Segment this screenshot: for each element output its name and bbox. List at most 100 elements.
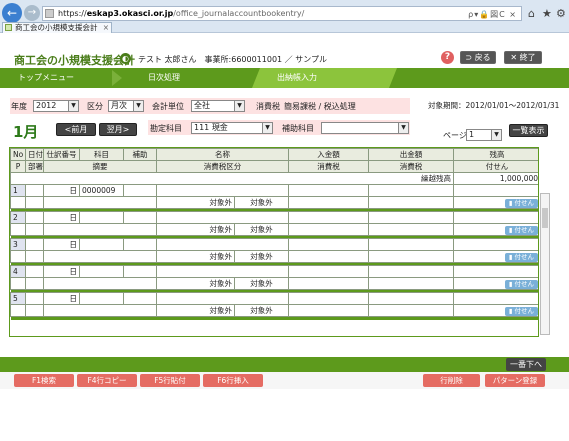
- note-tag-button[interactable]: ▮ 付せん: [504, 198, 538, 208]
- dept-cell[interactable]: [25, 277, 44, 290]
- help-button[interactable]: ?: [441, 51, 454, 64]
- date-month-cell[interactable]: [25, 211, 44, 224]
- page-select[interactable]: 1 ▼: [466, 129, 502, 141]
- tax-out-cell[interactable]: [368, 277, 455, 290]
- account-select[interactable]: 111 現金 ▼: [191, 122, 273, 134]
- name-cell[interactable]: [155, 265, 290, 278]
- deposit-cell[interactable]: [288, 292, 370, 305]
- tax-in-cell[interactable]: [288, 304, 370, 317]
- journal-no-cell[interactable]: [79, 292, 124, 305]
- deposit-cell[interactable]: [288, 211, 370, 224]
- f1-search-button[interactable]: F1検索: [14, 374, 74, 387]
- journal-no-cell[interactable]: [79, 238, 124, 251]
- account-cell[interactable]: [123, 292, 157, 305]
- note-tag-button[interactable]: ▮ 付せん: [504, 252, 538, 262]
- withdraw-cell[interactable]: [368, 292, 455, 305]
- browser-forward-button[interactable]: →: [24, 5, 40, 21]
- account-cell[interactable]: [123, 238, 157, 251]
- entry-row-sub[interactable]: 対象外 対象外 ▮ 付せん: [10, 250, 538, 263]
- entry-row[interactable]: 4日: [10, 265, 538, 278]
- grid-scrollbar[interactable]: [540, 193, 550, 335]
- note-tag-button[interactable]: ▮ 付せん: [504, 225, 538, 235]
- tax-class-out-cell[interactable]: 対象外: [233, 250, 290, 263]
- f4-copy-button[interactable]: F4行コピー: [77, 374, 137, 387]
- dept-cell[interactable]: [25, 250, 44, 263]
- tax-in-cell[interactable]: [288, 250, 370, 263]
- nav-daily[interactable]: 日次処理: [148, 68, 180, 88]
- tax-class-in-cell[interactable]: 対象外: [156, 277, 235, 290]
- withdraw-cell[interactable]: [368, 184, 455, 197]
- tax-in-cell[interactable]: [288, 223, 370, 236]
- tax-class-out-cell[interactable]: 対象外: [233, 196, 290, 209]
- summary-cell[interactable]: [43, 277, 157, 290]
- journal-no-cell[interactable]: [79, 265, 124, 278]
- deposit-cell[interactable]: [288, 238, 370, 251]
- list-view-button[interactable]: 一覧表示: [509, 124, 548, 137]
- scroll-thumb[interactable]: [542, 208, 548, 228]
- tax-class-out-cell[interactable]: 対象外: [233, 277, 290, 290]
- journal-no-cell[interactable]: 0000009: [79, 184, 124, 197]
- dept-cell[interactable]: [25, 196, 44, 209]
- tax-class-in-cell[interactable]: 対象外: [156, 196, 235, 209]
- date-month-cell[interactable]: [25, 265, 44, 278]
- date-day-cell[interactable]: 日: [43, 211, 80, 224]
- withdraw-cell[interactable]: [368, 265, 455, 278]
- year-select[interactable]: 2012 ▼: [33, 100, 79, 112]
- scroll-bottom-button[interactable]: 一番下へ: [506, 358, 546, 371]
- date-month-cell[interactable]: [25, 292, 44, 305]
- name-cell[interactable]: [155, 238, 290, 251]
- gear-icon[interactable]: ⚙: [556, 7, 566, 20]
- tax-class-in-cell[interactable]: 対象外: [156, 304, 235, 317]
- browser-tab[interactable]: 商工会の小規模支援会計 ×: [2, 22, 112, 33]
- date-day-cell[interactable]: 日: [43, 184, 80, 197]
- name-cell[interactable]: [155, 184, 290, 197]
- withdraw-cell[interactable]: [368, 238, 455, 251]
- entry-row[interactable]: 1 日 0000009: [10, 184, 538, 197]
- deposit-cell[interactable]: [288, 184, 370, 197]
- note-tag-button[interactable]: ▮ 付せん: [504, 279, 538, 289]
- entry-row[interactable]: 5日: [10, 292, 538, 305]
- p-cell[interactable]: [10, 250, 26, 263]
- home-icon[interactable]: ⌂: [528, 7, 535, 20]
- journal-no-cell[interactable]: [79, 211, 124, 224]
- dept-cell[interactable]: [25, 223, 44, 236]
- kubun-select[interactable]: 月次 ▼: [108, 100, 144, 112]
- tax-class-in-cell[interactable]: 対象外: [156, 250, 235, 263]
- f6-insert-button[interactable]: F6行挿入: [203, 374, 263, 387]
- prev-month-button[interactable]: <前月: [56, 123, 96, 136]
- name-cell[interactable]: [155, 211, 290, 224]
- date-day-cell[interactable]: 日: [43, 265, 80, 278]
- tax-class-in-cell[interactable]: 対象外: [156, 223, 235, 236]
- entry-row-sub[interactable]: 対象外 対象外 ▮ 付せん: [10, 304, 538, 317]
- deposit-cell[interactable]: [288, 265, 370, 278]
- exit-button[interactable]: ✕ 終了: [504, 51, 542, 64]
- delete-row-button[interactable]: 行削除: [423, 374, 480, 387]
- dept-cell[interactable]: [25, 304, 44, 317]
- summary-cell[interactable]: [43, 250, 157, 263]
- tax-out-cell[interactable]: [368, 304, 455, 317]
- date-month-cell[interactable]: [25, 238, 44, 251]
- entry-row-sub[interactable]: 対象外 対象外 ▮ 付せん: [10, 196, 538, 209]
- account-cell[interactable]: [123, 265, 157, 278]
- entry-row-sub[interactable]: 対象外 対象外 ▮ 付せん: [10, 277, 538, 290]
- summary-cell[interactable]: [43, 196, 157, 209]
- date-month-cell[interactable]: [25, 184, 44, 197]
- pattern-register-button[interactable]: パターン登録: [485, 374, 545, 387]
- browser-back-button[interactable]: ←: [2, 3, 22, 23]
- summary-cell[interactable]: [43, 304, 157, 317]
- entry-row[interactable]: 3日: [10, 238, 538, 251]
- tax-class-out-cell[interactable]: 対象外: [233, 223, 290, 236]
- account-cell[interactable]: [123, 184, 157, 197]
- sub-account-select[interactable]: ▼: [321, 122, 409, 134]
- tax-out-cell[interactable]: [368, 250, 455, 263]
- tax-in-cell[interactable]: [288, 277, 370, 290]
- entry-row[interactable]: 2日: [10, 211, 538, 224]
- address-tools[interactable]: ρ▾🔒図C ×: [468, 8, 517, 20]
- tax-class-out-cell[interactable]: 対象外: [233, 304, 290, 317]
- tax-out-cell[interactable]: [368, 196, 455, 209]
- summary-cell[interactable]: [43, 223, 157, 236]
- unit-select[interactable]: 全社 ▼: [191, 100, 245, 112]
- next-month-button[interactable]: 翌月>: [99, 123, 137, 136]
- date-day-cell[interactable]: 日: [43, 238, 80, 251]
- tax-out-cell[interactable]: [368, 223, 455, 236]
